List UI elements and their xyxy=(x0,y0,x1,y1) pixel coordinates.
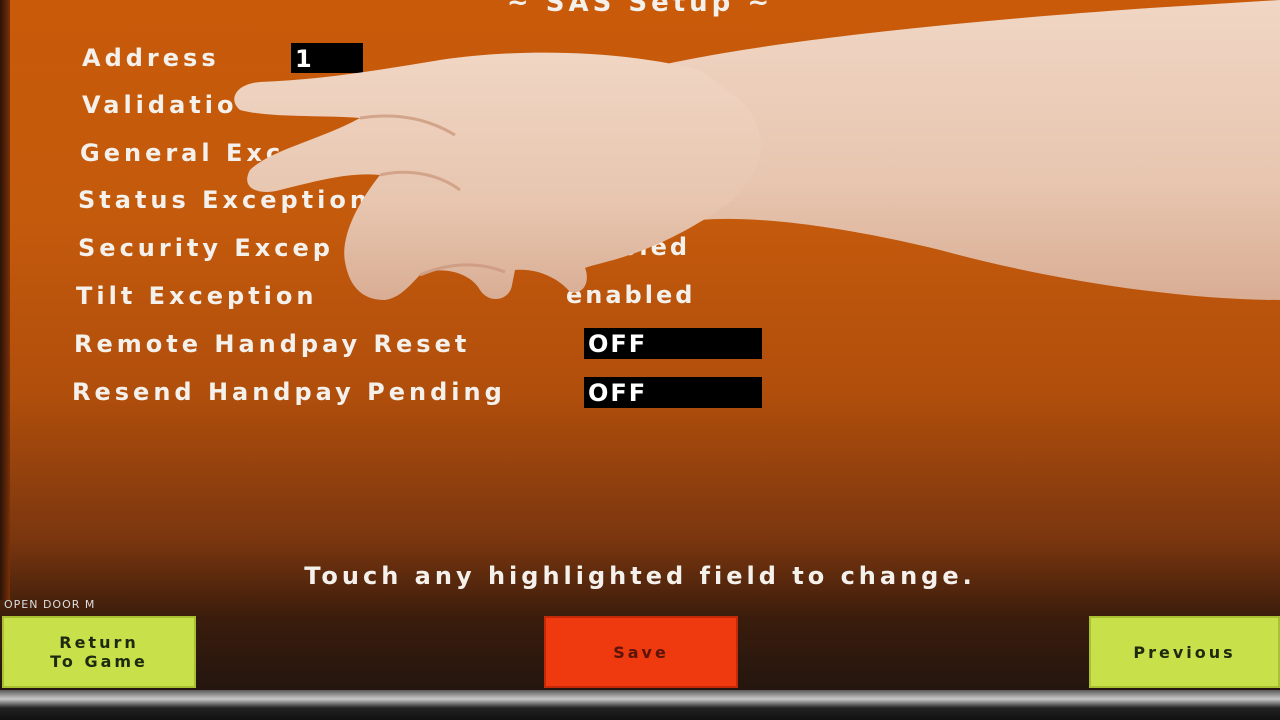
setting-label-resend-handpay-pending: Resend Handpay Pending xyxy=(72,378,506,406)
setting-label-general-exception: General Exceptio xyxy=(80,139,374,167)
return-to-game-button[interactable]: Return To Game xyxy=(2,616,196,688)
return-button-label-line1: Return xyxy=(59,633,139,652)
save-button[interactable]: Save xyxy=(544,616,738,688)
status-message: OPEN DOOR M xyxy=(4,598,96,611)
previous-button-label: Previous xyxy=(1133,642,1236,662)
setting-label-validation: Validatio xyxy=(82,91,238,119)
setting-label-status-exception: Status Exception xyxy=(78,186,371,214)
address-field[interactable]: 1 xyxy=(291,43,363,73)
return-button-label-line2: To Game xyxy=(50,652,148,671)
remote-handpay-reset-field[interactable]: OFF xyxy=(584,328,762,359)
screen-bezel-bottom xyxy=(0,690,1280,720)
instruction-text: Touch any highlighted field to change. xyxy=(304,562,976,590)
page-title: ~ SAS Setup ~ xyxy=(506,0,774,18)
setting-label-address: Address xyxy=(82,44,220,72)
save-button-label: Save xyxy=(613,642,669,662)
security-exception-value[interactable]: abled xyxy=(600,233,690,261)
tilt-exception-value[interactable]: enabled xyxy=(566,281,695,309)
setting-label-remote-handpay-reset: Remote Handpay Reset xyxy=(74,330,471,358)
setting-label-security-exception: Security Excep xyxy=(78,234,334,262)
previous-button[interactable]: Previous xyxy=(1089,616,1280,688)
resend-handpay-pending-field[interactable]: OFF xyxy=(584,377,762,408)
setting-label-tilt-exception: Tilt Exception xyxy=(76,282,318,310)
screen-bezel-left xyxy=(0,0,10,600)
